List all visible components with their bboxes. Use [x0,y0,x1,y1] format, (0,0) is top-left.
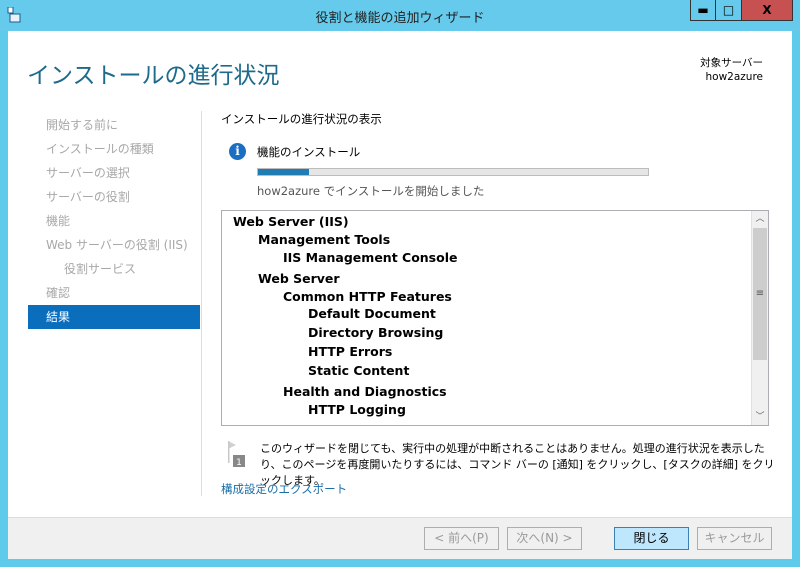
nav-item-server-roles[interactable]: サーバーの役割 [28,185,200,209]
progress-fill [258,169,309,175]
tree-item: HTTP Errors [308,344,393,359]
maximize-button[interactable]: □ [716,0,742,21]
nav-item-web-server-role[interactable]: Web サーバーの役割 (IIS) [28,233,200,257]
nav-item-results[interactable]: 結果 [28,305,200,329]
scroll-up-icon[interactable]: ︿ [752,211,768,227]
export-settings-link[interactable]: 構成設定のエクスポート [221,481,347,497]
tree-item: Default Document [308,306,436,321]
feature-install-label: 機能のインストール [257,145,361,159]
progress-bar [257,168,649,176]
nav-item-installation-type[interactable]: インストールの種類 [28,137,200,161]
scroll-thumb[interactable]: ≡ [753,228,767,360]
info-icon: i [229,143,246,160]
nav-item-features[interactable]: 機能 [28,209,200,233]
wizard-body: インストールの進行状況 対象サーバー how2azure 開始する前に インスト… [8,31,792,559]
wizard-nav: 開始する前に インストールの種類 サーバーの選択 サーバーの役割 機能 Web … [28,113,200,329]
nav-item-confirmation[interactable]: 確認 [28,281,200,305]
nav-item-role-services[interactable]: 役割サービス [28,257,200,281]
page-title: インストールの進行状況 [27,63,280,89]
footer: < 前へ(P) 次へ(N) > 閉じる キャンセル [8,517,792,559]
notification-flag-icon: 1 [228,441,245,468]
cancel-button[interactable]: キャンセル [697,527,772,550]
target-server-label: 対象サーバー [700,57,763,69]
minimize-button[interactable]: ▬ [690,0,716,21]
section-title: インストールの進行状況の表示 [221,112,382,126]
tree-item: IIS Management Console [283,250,458,265]
notification-badge: 1 [236,458,242,468]
tree-item: Web Server (IIS) [233,214,349,229]
tree-item: Health and Diagnostics [283,384,447,399]
window-title: 役割と機能の追加ウィザード [315,11,485,26]
tree-item: Common HTTP Features [283,289,452,304]
previous-button[interactable]: < 前へ(P) [424,527,499,550]
nav-item-before-you-begin[interactable]: 開始する前に [28,113,200,137]
close-window-button[interactable]: X [742,0,793,21]
tree-item: Management Tools [258,232,391,247]
results-list[interactable]: Web Server (IIS) Management Tools IIS Mana… [221,210,769,426]
divider [201,111,202,496]
close-button[interactable]: 閉じる [614,527,689,550]
title-bar: 役割と機能の追加ウィザード ▬ □ X [0,0,800,31]
tree-item: Directory Browsing [308,325,444,340]
next-button[interactable]: 次へ(N) > [507,527,582,550]
tree-item: HTTP Logging [308,402,406,417]
target-server: 対象サーバー how2azure [700,56,763,84]
nav-item-server-selection[interactable]: サーバーの選択 [28,161,200,185]
scrollbar[interactable]: ︿ ≡ ﹀ [751,211,768,425]
target-server-value: how2azure [705,71,764,83]
scroll-down-icon[interactable]: ﹀ [752,409,768,425]
progress-status: how2azure でインストールを開始しました [257,184,485,198]
tree-item: Static Content [308,363,410,378]
tree-item: Web Server [258,271,340,286]
